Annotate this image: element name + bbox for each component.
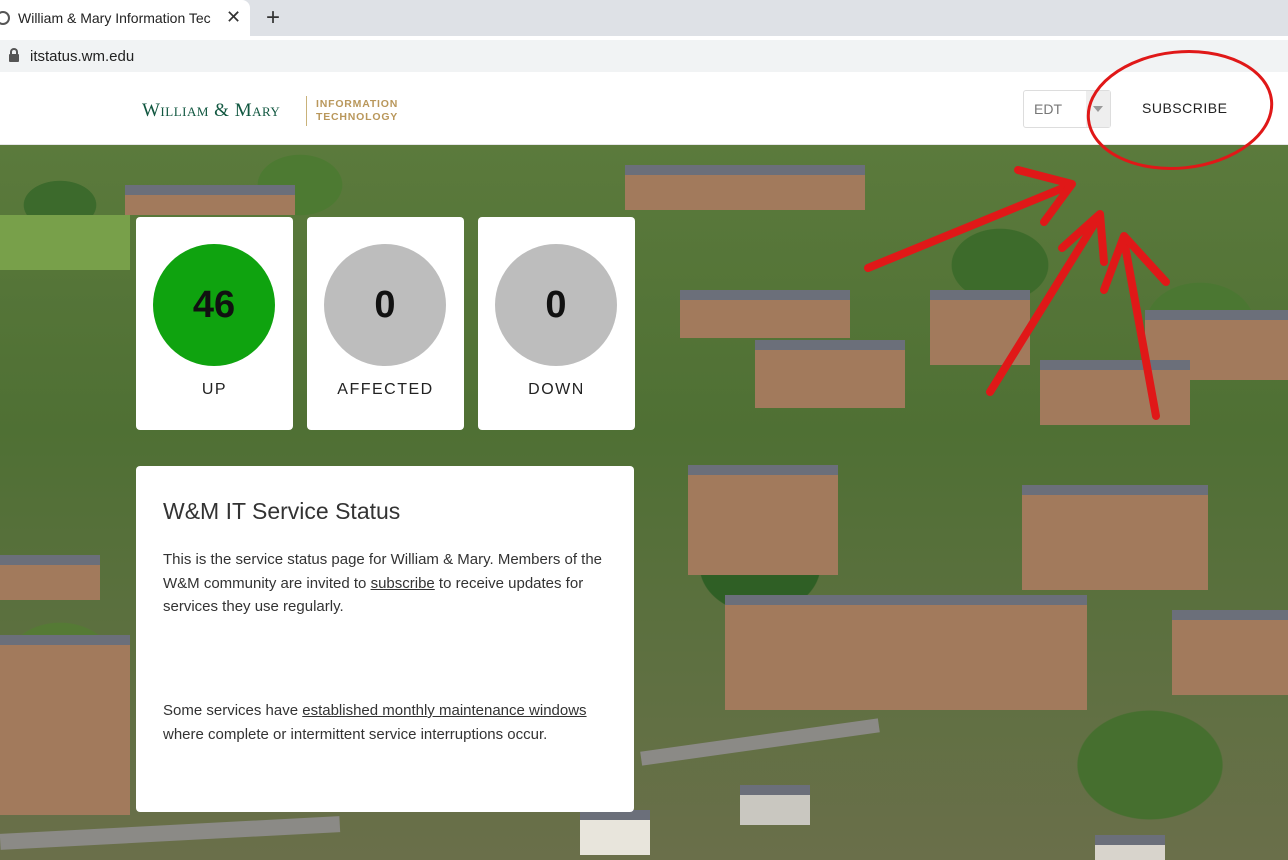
- url-text[interactable]: itstatus.wm.edu: [30, 48, 134, 65]
- timezone-dropdown-toggle[interactable]: [1086, 91, 1110, 127]
- maintenance-text: Some services have: [163, 702, 303, 719]
- bg-house: [1095, 835, 1165, 860]
- bg-field: [0, 215, 130, 270]
- stat-circle-down: 0: [495, 244, 617, 366]
- bg-building: [930, 290, 1030, 365]
- intro-paragraph: This is the service status page for Will…: [163, 548, 603, 619]
- browser-tab[interactable]: William & Mary Information Tec ✕: [0, 0, 250, 36]
- bg-building: [688, 465, 838, 575]
- tab-title: William & Mary Information Tec: [18, 10, 211, 26]
- bg-building: [0, 635, 130, 815]
- bg-building: [1040, 360, 1190, 425]
- close-tab-icon[interactable]: ✕: [226, 7, 241, 28]
- timezone-select[interactable]: EDT: [1023, 90, 1111, 128]
- bg-house: [580, 810, 650, 855]
- stat-card-up[interactable]: 46 UP: [136, 217, 293, 430]
- maintenance-windows-link[interactable]: established monthly maintenance windows: [302, 702, 586, 719]
- chevron-down-icon: [1093, 106, 1103, 112]
- subscribe-link[interactable]: subscribe: [371, 575, 435, 592]
- bg-building: [1022, 485, 1208, 590]
- maintenance-text-end: where complete or intermittent service i…: [163, 725, 548, 743]
- bg-building: [625, 165, 865, 210]
- info-title: W&M IT Service Status: [163, 498, 401, 524]
- lock-icon[interactable]: [9, 48, 19, 62]
- service-status-info-card: W&M IT Service Status This is the servic…: [136, 466, 634, 812]
- logo-wordmark[interactable]: William & Mary: [142, 100, 280, 122]
- stat-label-down: DOWN: [528, 381, 585, 398]
- stat-label-up: UP: [201, 381, 228, 398]
- stat-card-affected[interactable]: 0 AFFECTED: [307, 217, 464, 430]
- maintenance-paragraph: Some services have established monthly m…: [163, 699, 603, 746]
- bg-house: [740, 785, 810, 825]
- stat-label-affected: AFFECTED: [337, 381, 434, 398]
- logo-department[interactable]: INFORMATION TECHNOLOGY: [316, 98, 416, 124]
- subscribe-button[interactable]: SUBSCRIBE: [1142, 100, 1227, 116]
- browser-tab-bar: William & Mary Information Tec ✕ +: [0, 0, 1288, 36]
- bg-building: [0, 555, 100, 600]
- bg-road: [640, 718, 880, 766]
- bg-building: [755, 340, 905, 408]
- bg-road: [0, 816, 341, 850]
- logo-dept-line2: TECHNOLOGY: [316, 111, 399, 123]
- stat-card-down[interactable]: 0 DOWN: [478, 217, 635, 430]
- site-header: William & Mary INFORMATION TECHNOLOGY ED…: [0, 76, 1288, 145]
- address-bar: itstatus.wm.edu: [0, 36, 1288, 77]
- bg-building: [1172, 610, 1288, 695]
- stat-circle-affected: 0: [324, 244, 446, 366]
- url-field[interactable]: itstatus.wm.edu: [0, 40, 1288, 72]
- logo-divider: [306, 96, 307, 126]
- bg-building: [725, 595, 1087, 710]
- bg-building: [680, 290, 850, 338]
- logo-dept-line1: INFORMATION: [316, 98, 399, 110]
- favicon-icon: [0, 11, 10, 25]
- bg-building: [125, 185, 295, 215]
- timezone-value: EDT: [1034, 101, 1062, 117]
- new-tab-icon[interactable]: +: [266, 4, 280, 32]
- stat-circle-up: 46: [153, 244, 275, 366]
